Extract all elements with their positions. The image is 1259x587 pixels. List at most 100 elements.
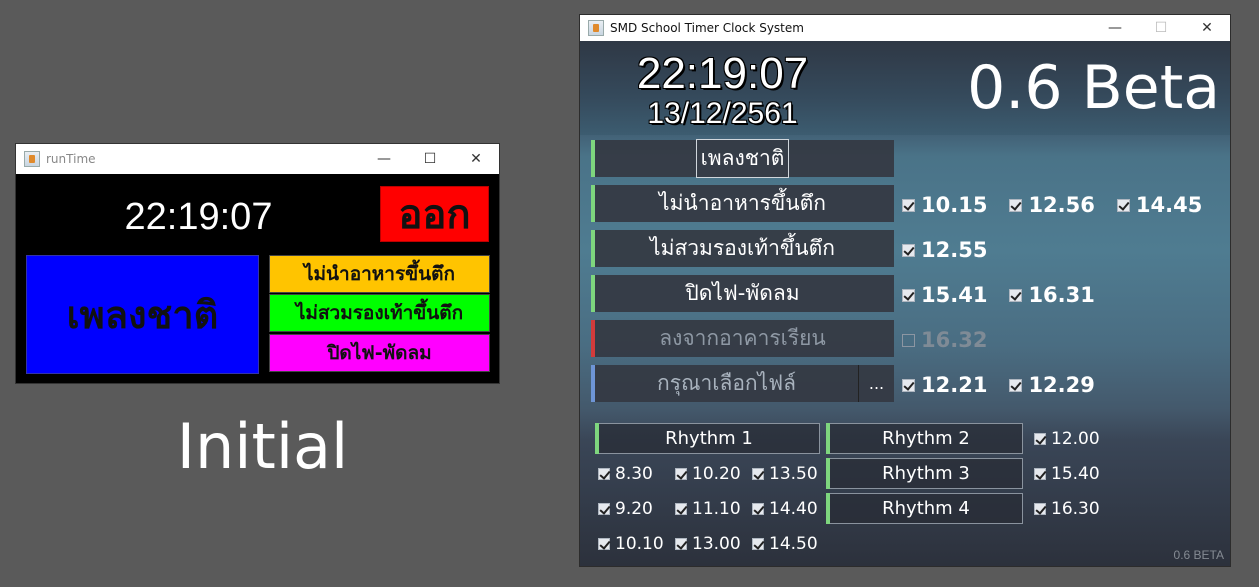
- main-panel: 22:19:07 13/12/2561 0.6 Beta เพลงชาติ ไม…: [580, 41, 1230, 566]
- time-checkbox[interactable]: 16.31: [1009, 283, 1095, 307]
- rhythm-1-time[interactable]: 14.40: [752, 499, 818, 519]
- rhythm-label: Rhythm 1: [665, 428, 753, 449]
- lights-fan-off-button[interactable]: ปิดไฟ-พัดลม: [591, 275, 894, 312]
- no-shoes-button[interactable]: ไม่สวมรองเท้าขึ้นตึก: [591, 230, 894, 267]
- window-title: SMD School Timer Clock System: [610, 21, 804, 35]
- checkbox-icon[interactable]: [1034, 503, 1046, 515]
- status-bar: [591, 230, 595, 267]
- leave-building-times: 16.32: [902, 328, 1009, 352]
- row-label: ลงจากอาคารเรียน: [659, 326, 826, 350]
- maximize-icon[interactable]: ☐: [407, 144, 453, 174]
- status-bar: [826, 493, 830, 524]
- no-shoes-button[interactable]: ไม่สวมรองเท้าขึ้นตึก: [269, 294, 490, 332]
- time-label: 11.10: [692, 499, 741, 519]
- time-label: 8.30: [615, 464, 653, 484]
- checkbox-icon[interactable]: [598, 538, 610, 550]
- checkbox-icon[interactable]: [902, 198, 915, 212]
- time-checkbox[interactable]: 12.56: [1009, 193, 1095, 217]
- rhythm-2-button[interactable]: Rhythm 2: [826, 423, 1023, 454]
- rhythm-1-time[interactable]: 8.30: [598, 464, 653, 484]
- smd-titlebar[interactable]: SMD School Timer Clock System — ☐ ✕: [580, 15, 1230, 41]
- custom-file-times: 12.21 12.29: [902, 373, 1117, 397]
- rhythm-3-button[interactable]: Rhythm 3: [826, 458, 1023, 489]
- checkbox-icon[interactable]: [752, 538, 764, 550]
- row-label: กรุณาเลือกไฟล์: [657, 371, 796, 395]
- checkbox-icon[interactable]: [1009, 378, 1023, 392]
- anthem-button[interactable]: เพลงชาติ: [26, 255, 259, 374]
- rhythm-4-button[interactable]: Rhythm 4: [826, 493, 1023, 524]
- rhythm-1-time[interactable]: 10.10: [598, 534, 664, 554]
- rhythm-1-time[interactable]: 11.10: [675, 499, 741, 519]
- time-checkbox[interactable]: 12.21: [902, 373, 987, 397]
- anthem-label: เพลงชาติ: [695, 139, 790, 178]
- version-label: 0.6 Beta: [967, 53, 1220, 123]
- time-checkbox[interactable]: 10.15: [902, 193, 987, 217]
- rhythm-1-time[interactable]: 13.50: [752, 464, 818, 484]
- time-checkbox[interactable]: 16.32: [902, 328, 987, 352]
- time-checkbox[interactable]: 12.55: [902, 238, 987, 262]
- rhythm-1-time[interactable]: 14.50: [752, 534, 818, 554]
- rhythm-1-time[interactable]: 10.20: [675, 464, 741, 484]
- time-label: 12.55: [921, 238, 988, 262]
- checkbox-icon[interactable]: [752, 503, 764, 515]
- row-label: ปิดไฟ-พัดลม: [685, 281, 800, 305]
- checkbox-icon[interactable]: [1116, 198, 1130, 212]
- anthem-button[interactable]: เพลงชาติ: [591, 139, 894, 178]
- checkbox-icon[interactable]: [598, 468, 610, 480]
- rhythm-1-time[interactable]: 9.20: [598, 499, 653, 519]
- checkbox-icon[interactable]: [675, 503, 687, 515]
- rhythm-1-time[interactable]: 13.00: [675, 534, 741, 554]
- close-icon[interactable]: ✕: [453, 144, 499, 174]
- no-food-button[interactable]: ไม่นำอาหารขึ้นตึก: [591, 185, 894, 222]
- checkbox-icon[interactable]: [1009, 288, 1023, 302]
- checkbox-icon[interactable]: [902, 243, 915, 257]
- time-checkbox[interactable]: 15.41: [902, 283, 987, 307]
- rhythm-2-time[interactable]: 12.00: [1034, 429, 1100, 449]
- checkbox-icon[interactable]: [902, 333, 915, 347]
- checkbox-icon[interactable]: [1034, 433, 1046, 445]
- status-bar: [591, 275, 595, 312]
- time-label: 13.00: [692, 534, 741, 554]
- caption-label: Initial: [176, 410, 349, 483]
- rhythm-3-time[interactable]: 15.40: [1034, 464, 1100, 484]
- row-label: ไม่นำอาหารขึ้นตึก: [659, 191, 826, 215]
- exit-button[interactable]: ออก: [380, 186, 489, 242]
- time-label: 12.56: [1028, 193, 1095, 217]
- time-label: 16.30: [1051, 499, 1100, 519]
- lights-fan-times: 15.41 16.31: [902, 283, 1117, 307]
- clock-display: 22:19:07: [636, 49, 809, 98]
- rhythm-1-button[interactable]: Rhythm 1: [595, 423, 820, 454]
- date-display: 13/12/2561: [647, 97, 798, 130]
- no-food-button[interactable]: ไม่นำอาหารขึ้นตึก: [269, 255, 490, 293]
- close-icon[interactable]: ✕: [1184, 15, 1230, 41]
- lights-fan-off-button[interactable]: ปิดไฟ-พัดลม: [269, 334, 490, 372]
- checkbox-icon[interactable]: [598, 503, 610, 515]
- checkbox-icon[interactable]: [902, 288, 915, 302]
- checkbox-icon[interactable]: [1009, 198, 1023, 212]
- checkbox-icon[interactable]: [752, 468, 764, 480]
- smd-timer-window: SMD School Timer Clock System — ☐ ✕ 22:1…: [579, 14, 1231, 567]
- time-label: 15.41: [921, 283, 988, 307]
- minimize-icon[interactable]: —: [361, 144, 407, 174]
- rhythm-4-time[interactable]: 16.30: [1034, 499, 1100, 519]
- status-bar: [591, 185, 595, 222]
- time-label: 10.15: [921, 193, 988, 217]
- minimize-icon[interactable]: —: [1092, 15, 1138, 41]
- time-label: 9.20: [615, 499, 653, 519]
- checkbox-icon[interactable]: [675, 538, 687, 550]
- runtime-titlebar[interactable]: runTime — ☐ ✕: [16, 144, 499, 174]
- status-bar: [595, 423, 599, 454]
- browse-file-button[interactable]: ...: [858, 365, 894, 402]
- checkbox-icon[interactable]: [675, 468, 687, 480]
- time-label: 10.10: [615, 534, 664, 554]
- time-checkbox[interactable]: 14.45: [1116, 193, 1202, 217]
- status-bar: [591, 365, 595, 402]
- no-food-times: 10.15 12.56 14.45: [902, 193, 1224, 217]
- checkbox-icon[interactable]: [902, 378, 915, 392]
- time-label: 16.32: [921, 328, 988, 352]
- choose-file-field[interactable]: กรุณาเลือกไฟล์: [591, 365, 858, 402]
- time-label: 16.31: [1028, 283, 1095, 307]
- time-checkbox[interactable]: 12.29: [1009, 373, 1095, 397]
- checkbox-icon[interactable]: [1034, 468, 1046, 480]
- rhythm-label: Rhythm 4: [882, 498, 970, 519]
